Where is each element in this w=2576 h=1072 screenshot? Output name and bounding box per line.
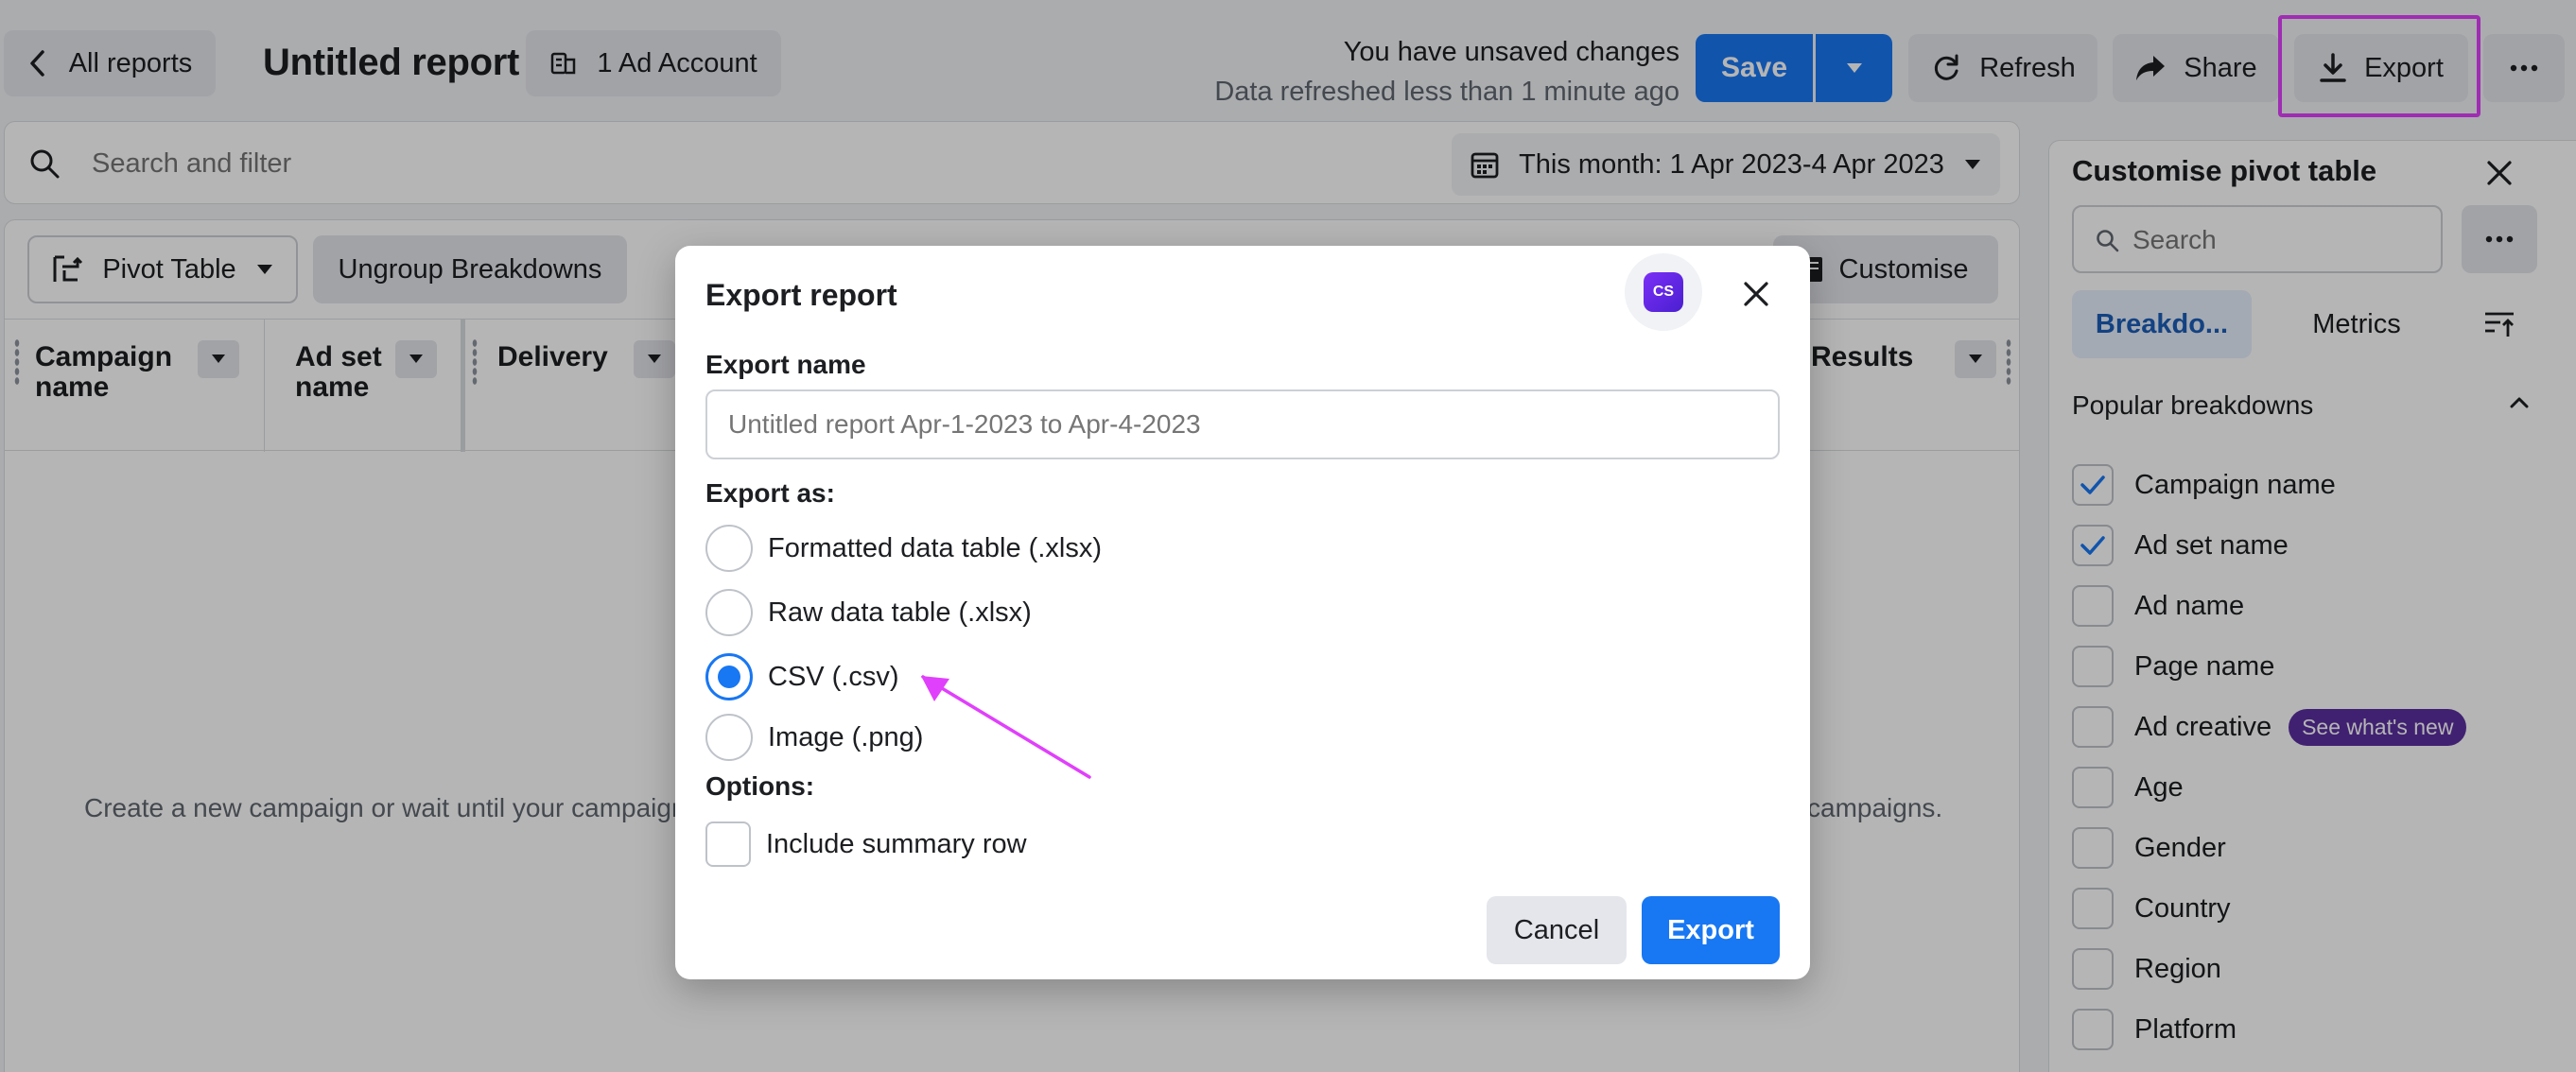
export-as-label: Export as: bbox=[705, 478, 835, 509]
export-format-option[interactable]: Raw data table (.xlsx) bbox=[705, 588, 1032, 637]
annotation-arrow-icon bbox=[908, 662, 1106, 785]
cs-extension-logo[interactable]: CS bbox=[1625, 253, 1702, 331]
export-format-label: CSV (.csv) bbox=[768, 662, 899, 693]
export-format-radio[interactable] bbox=[705, 653, 753, 700]
close-icon bbox=[1743, 281, 1769, 307]
export-format-label: Raw data table (.xlsx) bbox=[768, 597, 1032, 629]
export-format-label: Formatted data table (.xlsx) bbox=[768, 533, 1102, 564]
radio-selected-dot bbox=[718, 666, 740, 688]
export-confirm-button[interactable]: Export bbox=[1642, 896, 1780, 964]
export-format-label: Image (.png) bbox=[768, 722, 923, 753]
include-summary-row-label: Include summary row bbox=[766, 829, 1027, 860]
include-summary-row-option[interactable]: Include summary row bbox=[705, 821, 1027, 868]
export-report-dialog: Export report CS Export name Export as: … bbox=[675, 246, 1810, 979]
export-format-radio[interactable] bbox=[705, 714, 753, 761]
export-format-option[interactable]: CSV (.csv) bbox=[705, 652, 899, 701]
export-format-option[interactable]: Formatted data table (.xlsx) bbox=[705, 524, 1102, 573]
export-format-radio[interactable] bbox=[705, 525, 753, 572]
export-name-label: Export name bbox=[705, 350, 866, 380]
cancel-button[interactable]: Cancel bbox=[1487, 896, 1627, 964]
export-name-input[interactable] bbox=[705, 389, 1780, 459]
options-label: Options: bbox=[705, 771, 814, 802]
export-format-option[interactable]: Image (.png) bbox=[705, 713, 923, 762]
dialog-close-button[interactable] bbox=[1732, 270, 1780, 318]
dialog-title: Export report bbox=[705, 278, 897, 313]
cs-logo-mark: CS bbox=[1644, 272, 1683, 312]
export-format-radio[interactable] bbox=[705, 589, 753, 636]
include-summary-row-checkbox[interactable] bbox=[705, 821, 751, 867]
